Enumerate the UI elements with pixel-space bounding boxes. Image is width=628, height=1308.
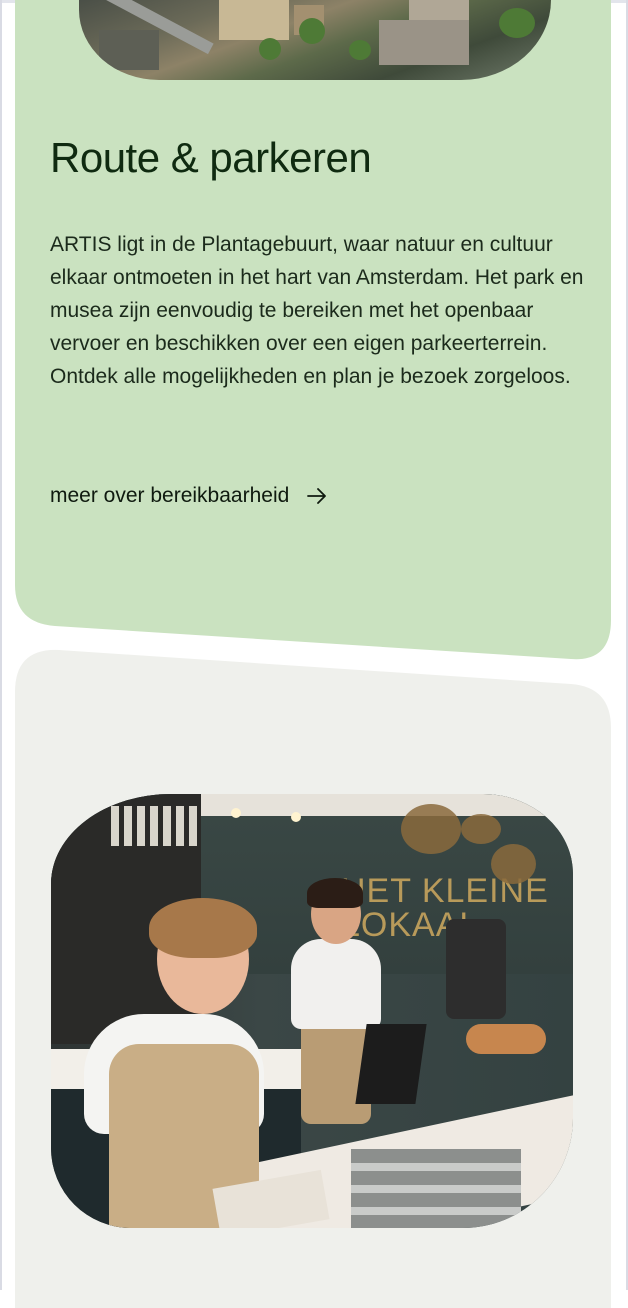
frame-left-edge bbox=[0, 0, 2, 1290]
route-description: ARTIS ligt in de Plantagebuurt, waar nat… bbox=[50, 233, 584, 388]
cafe-staff-image: HET KLEINE LOKAAL bbox=[51, 794, 573, 1228]
accessibility-link[interactable]: meer over bereikbaarheid bbox=[50, 484, 327, 508]
food-card: HET KLEINE LOKAAL bbox=[15, 648, 611, 1308]
route-title: Route & parkeren bbox=[50, 134, 372, 181]
accessibility-link-label: meer over bereikbaarheid bbox=[50, 484, 290, 507]
route-card: Route & parkeren ARTIS ligt in de Planta… bbox=[15, 0, 611, 660]
arrow-right-icon bbox=[307, 488, 327, 504]
aerial-view-image bbox=[79, 0, 551, 80]
